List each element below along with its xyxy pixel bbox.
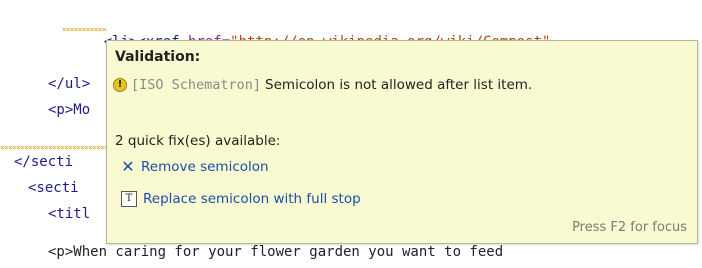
- quick-fix-count: 2 quick fix(es) available:: [115, 133, 281, 149]
- quick-fix-label: Remove semicolon: [141, 158, 269, 175]
- tooltip-title: Validation:: [115, 49, 201, 65]
- code-line-6: <titl: [48, 206, 91, 222]
- validation-tooltip[interactable]: Validation: ! [ISO Schematron] Semicolon…: [106, 40, 698, 244]
- section-squiggle: [0, 146, 106, 149]
- warning-icon: !: [113, 78, 127, 92]
- remove-icon: ✕: [121, 157, 135, 176]
- quick-fix-label: Replace semicolon with full stop: [143, 191, 361, 207]
- quick-fix-replace-semicolon[interactable]: T Replace semicolon with full stop: [121, 191, 361, 207]
- focus-hint: Press F2 for focus: [572, 220, 687, 235]
- code-line-5: <secti: [28, 180, 79, 196]
- validation-squiggle: [62, 28, 106, 31]
- replace-text-icon: T: [121, 191, 137, 207]
- validation-message-text: Semicolon is not allowed after list item…: [265, 77, 533, 93]
- code-line-4: </secti: [14, 154, 74, 170]
- code-line-1: <li><xref href="http://en.wikipedia.org/…: [70, 6, 551, 50]
- validation-message: ! [ISO Schematron] Semicolon is not allo…: [113, 77, 532, 93]
- validation-source: [ISO Schematron]: [131, 77, 262, 93]
- code-line-3: <p>Mo: [48, 102, 91, 118]
- code-editor[interactable]: <li><xref href="http://en.wikipedia.org/…: [0, 0, 702, 268]
- code-line-2: </ul>: [48, 76, 91, 92]
- quick-fix-remove-semicolon[interactable]: ✕ Remove semicolon: [121, 157, 269, 176]
